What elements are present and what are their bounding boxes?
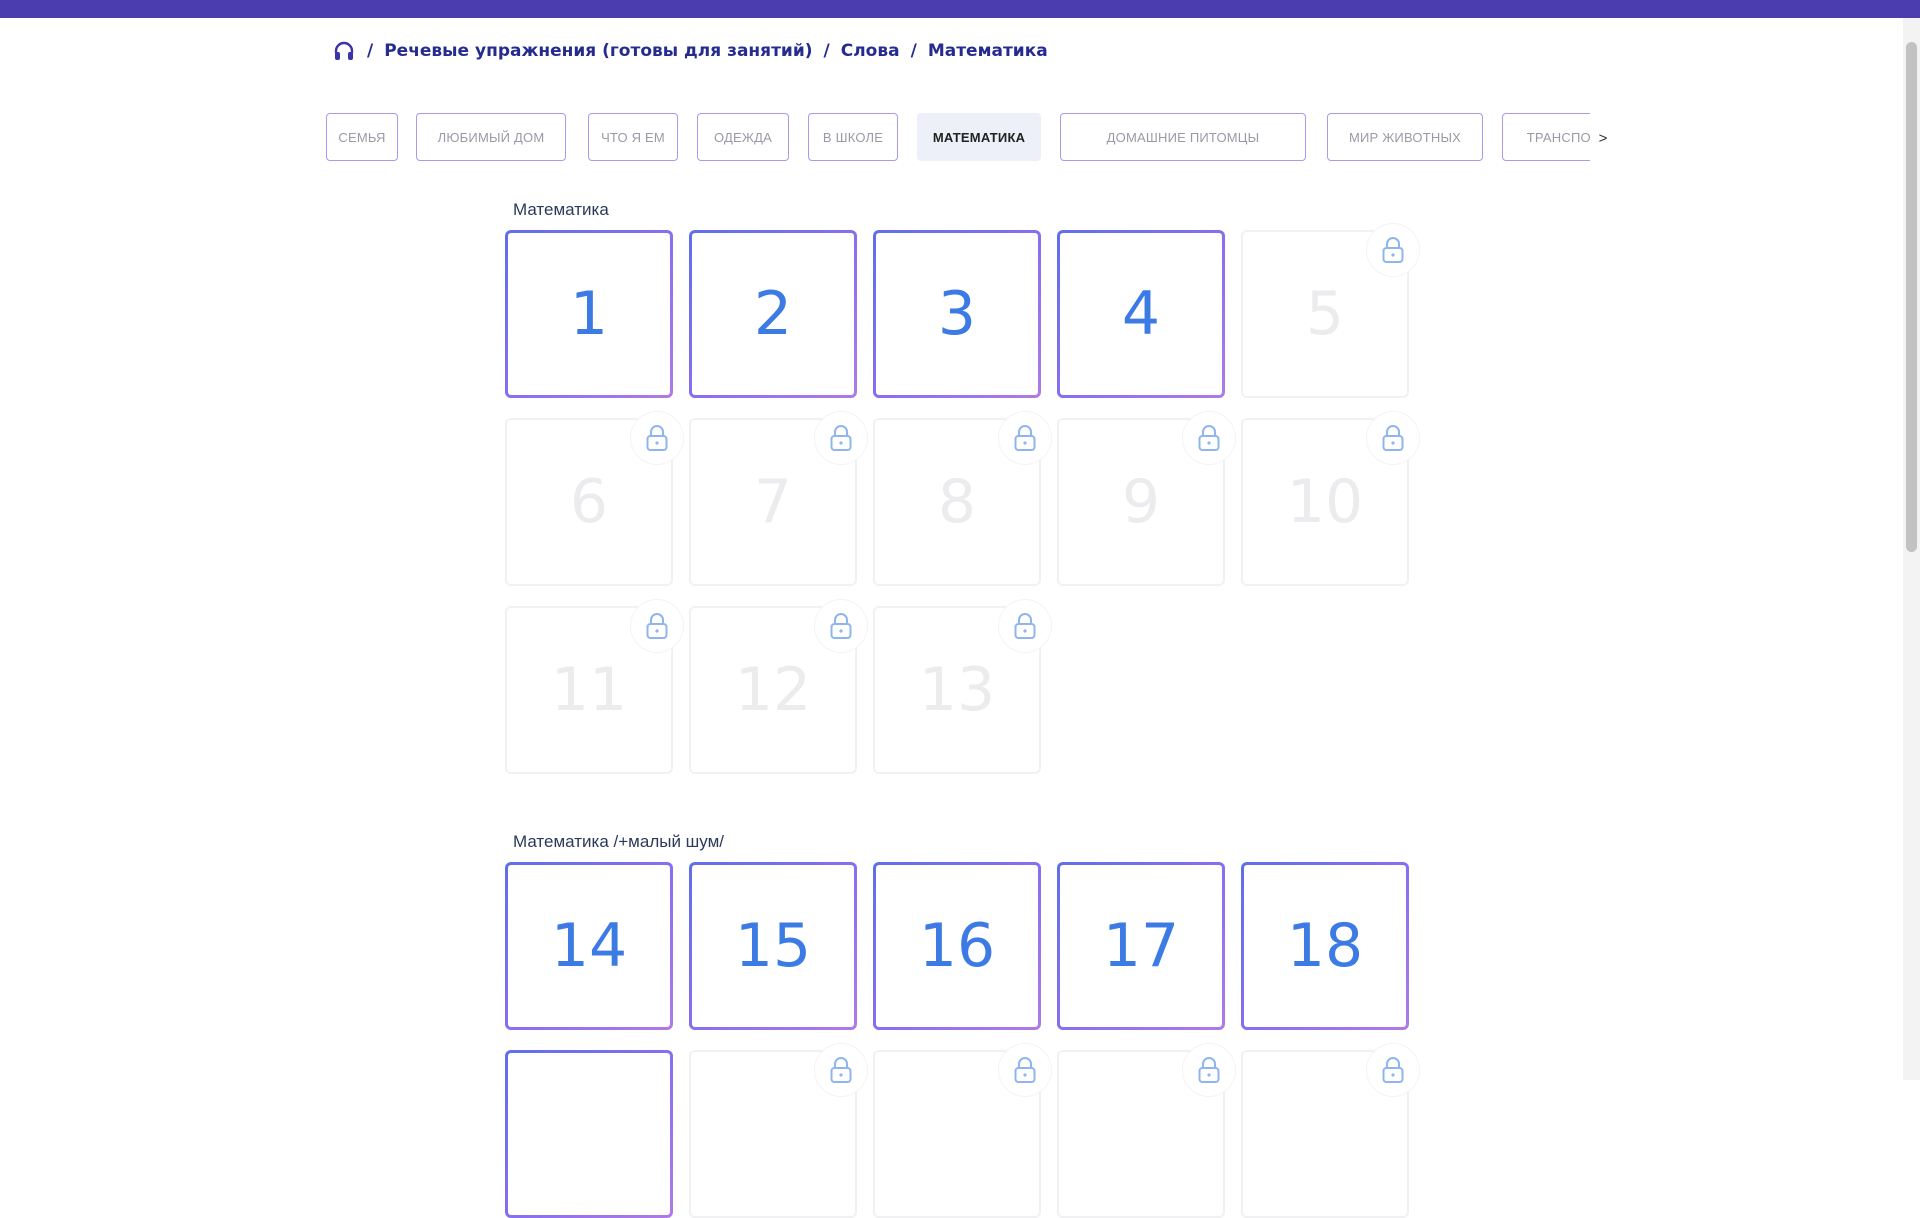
breadcrumb: / Речевые упражнения (готовы для занятий… <box>332 38 1048 64</box>
exercise-number: 1 <box>569 279 609 349</box>
section-title: Математика <box>513 200 609 219</box>
lock-icon <box>631 600 683 652</box>
breadcrumb-separator: / <box>910 41 917 61</box>
lock-icon <box>631 412 683 464</box>
exercise-card-locked <box>1057 1044 1235 1218</box>
exercise-card-locked <box>689 1044 867 1218</box>
exercise-number: 6 <box>569 467 609 537</box>
exercise-number: 17 <box>1102 911 1180 981</box>
exercise-number: 5 <box>1305 279 1345 349</box>
exercise-card[interactable]: 2 <box>689 230 857 398</box>
lock-icon <box>999 600 1051 652</box>
section-title: Математика /+малый шум/ <box>513 832 725 851</box>
exercise-card-locked <box>873 1044 1051 1218</box>
exercise-card-locked: 8 <box>873 412 1051 586</box>
exercise-number: 18 <box>1286 911 1364 981</box>
exercise-number: 7 <box>753 467 793 537</box>
tab-9[interactable]: ТРАНСПОРТ <box>1502 113 1590 161</box>
lock-icon <box>815 600 867 652</box>
lock-icon <box>1367 224 1419 276</box>
exercise-number: 10 <box>1286 467 1364 537</box>
tab-5[interactable]: В ШКОЛЕ <box>808 113 898 161</box>
exercise-card[interactable]: 1 <box>505 230 673 398</box>
breadcrumb-words[interactable]: Слова <box>841 41 900 61</box>
lock-icon <box>815 1044 867 1096</box>
exercise-card-locked: 7 <box>689 412 867 586</box>
tab-8[interactable]: МИР ЖИВОТНЫХ <box>1327 113 1483 161</box>
tab-7[interactable]: ДОМАШНИЕ ПИТОМЦЫ <box>1060 113 1306 161</box>
breadcrumb-separator: / <box>367 41 374 61</box>
tab-6[interactable]: МАТЕМАТИКА <box>917 113 1041 161</box>
tab-1[interactable]: СЕМЬЯ <box>326 113 398 161</box>
exercise-card-locked: 5 <box>1241 224 1419 398</box>
breadcrumb-speech-exercises[interactable]: Речевые упражнения (готовы для занятий) <box>384 41 812 61</box>
breadcrumb-current: Математика <box>927 41 1048 61</box>
exercise-card-locked: 9 <box>1057 412 1235 586</box>
exercise-card-locked: 11 <box>505 600 683 774</box>
exercise-number: 12 <box>734 655 812 725</box>
exercise-card[interactable]: 15 <box>689 862 857 1030</box>
exercise-card[interactable]: 16 <box>873 862 1041 1030</box>
category-tabs: СЕМЬЯ ЛЮБИМЫЙ ДОМ ЧТО Я ЕМ ОДЕЖДА В ШКОЛЕ МАТ… <box>326 113 1590 163</box>
top-bar <box>0 0 1920 18</box>
exercise-card-locked <box>1241 1044 1419 1218</box>
tab-2[interactable]: ЛЮБИМЫЙ ДОМ <box>416 113 566 161</box>
lock-icon <box>1183 1044 1235 1096</box>
exercise-number: 3 <box>937 279 977 349</box>
exercise-card-locked: 10 <box>1241 412 1419 586</box>
exercise-card-locked: 6 <box>505 412 683 586</box>
scrollbar-thumb[interactable] <box>1906 42 1917 552</box>
exercise-card[interactable]: 18 <box>1241 862 1409 1030</box>
exercise-card-locked: 12 <box>689 600 867 774</box>
exercise-number: 14 <box>550 911 628 981</box>
lock-icon <box>815 412 867 464</box>
exercise-card[interactable] <box>505 1050 673 1218</box>
lock-icon <box>1367 412 1419 464</box>
lock-icon <box>999 412 1051 464</box>
exercise-number: 8 <box>937 467 977 537</box>
exercise-number: 4 <box>1121 279 1161 349</box>
lock-icon <box>1367 1044 1419 1096</box>
exercise-card[interactable]: 14 <box>505 862 673 1030</box>
exercise-card[interactable]: 3 <box>873 230 1041 398</box>
exercise-card-locked: 13 <box>873 600 1051 774</box>
exercise-number: 15 <box>734 911 812 981</box>
lock-icon <box>1183 412 1235 464</box>
tab-3[interactable]: ЧТО Я ЕМ <box>588 113 678 161</box>
exercise-number: 2 <box>753 279 793 349</box>
tabs-next-arrow[interactable]: > <box>1592 126 1614 150</box>
exercise-number: 11 <box>550 655 628 725</box>
exercise-card[interactable]: 17 <box>1057 862 1225 1030</box>
exercise-card[interactable]: 4 <box>1057 230 1225 398</box>
lock-icon <box>999 1044 1051 1096</box>
tab-4[interactable]: ОДЕЖДА <box>697 113 789 161</box>
breadcrumb-separator: / <box>823 41 830 61</box>
exercise-number: 13 <box>918 655 996 725</box>
exercise-number: 9 <box>1121 467 1161 537</box>
exercise-number: 16 <box>918 911 996 981</box>
scrollbar[interactable] <box>1903 18 1920 1080</box>
headphones-icon[interactable] <box>332 39 356 63</box>
